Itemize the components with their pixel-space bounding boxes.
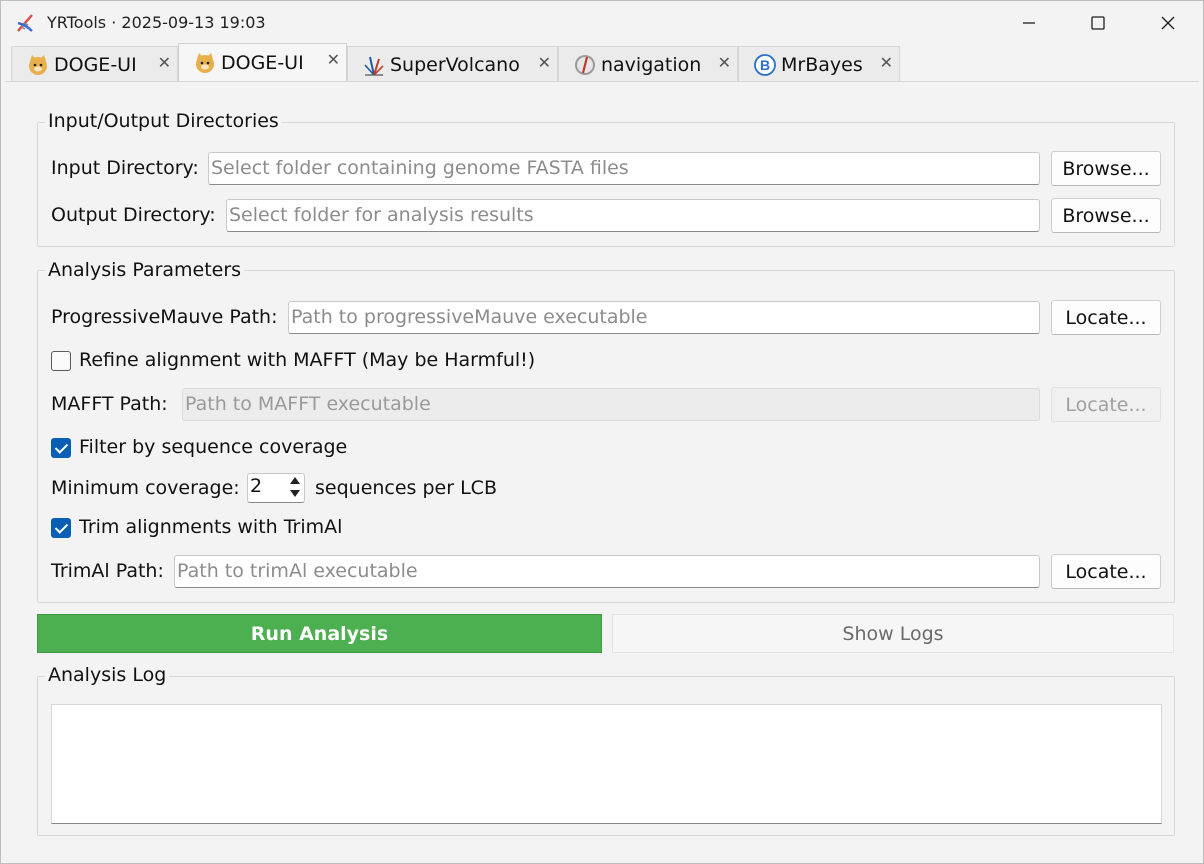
maximize-icon (1091, 16, 1105, 30)
tab-supervolcano[interactable]: SuperVolcano ✕ (347, 46, 558, 82)
output-directory-label: Output Directory: (51, 204, 216, 226)
filter-coverage-checkbox[interactable] (51, 438, 71, 458)
close-button[interactable] (1133, 1, 1203, 45)
mafft-checkbox[interactable] (51, 351, 71, 371)
min-coverage-value: 2 (250, 475, 263, 497)
locate-mafft-button[interactable]: Locate... (1051, 387, 1161, 422)
b-circle-icon: B (753, 53, 777, 77)
input-directory-label: Input Directory: (51, 157, 199, 179)
app-window: YRTools · 2025-09-13 19:03 DOGE-UI ✕ DOG… (0, 0, 1204, 864)
tab-navigation[interactable]: navigation ✕ (558, 46, 738, 82)
doge-icon (26, 53, 50, 77)
spin-arrows[interactable] (290, 476, 302, 500)
close-icon (1161, 16, 1175, 30)
doge-icon (193, 51, 217, 75)
show-logs-button[interactable]: Show Logs (612, 614, 1174, 653)
run-analysis-button[interactable]: Run Analysis (37, 614, 602, 653)
tab-doge-ui-1[interactable]: DOGE-UI ✕ (11, 46, 178, 82)
tab-label: navigation (601, 53, 702, 76)
window-title: YRTools · 2025-09-13 19:03 (47, 13, 266, 32)
spin-up-icon[interactable] (290, 477, 300, 484)
mafft-checkbox-label: Refine alignment with MAFFT (May be Harm… (79, 349, 536, 371)
mauve-path-label: ProgressiveMauve Path: (51, 306, 278, 328)
locate-trimal-button[interactable]: Locate... (1051, 554, 1161, 589)
min-coverage-spinbox[interactable]: 2 (247, 473, 305, 503)
tab-label: MrBayes (781, 53, 863, 76)
tab-label: SuperVolcano (390, 53, 520, 76)
min-coverage-suffix: sequences per LCB (315, 477, 497, 499)
io-group-title: Input/Output Directories (45, 110, 282, 132)
mafft-path-field[interactable]: Path to MAFFT executable (182, 388, 1040, 421)
tab-label: DOGE-UI (221, 51, 304, 74)
log-group-title: Analysis Log (45, 664, 170, 686)
input-directory-field[interactable]: Select folder containing genome FASTA fi… (208, 152, 1040, 185)
trimal-path-label: TrimAl Path: (51, 560, 164, 582)
min-coverage-label: Minimum coverage: (51, 477, 240, 499)
tab-bar: DOGE-UI ✕ DOGE-UI ✕ SuperVolcano ✕ navig… (11, 43, 1201, 82)
tab-close-icon[interactable]: ✕ (718, 53, 731, 72)
locate-mauve-button[interactable]: Locate... (1051, 300, 1161, 335)
minimize-icon (1023, 22, 1035, 24)
tab-close-icon[interactable]: ✕ (538, 53, 551, 72)
main-pane: Input/Output Directories Input Directory… (5, 81, 1199, 863)
output-directory-field[interactable]: Select folder for analysis results (226, 199, 1040, 232)
tab-close-icon[interactable]: ✕ (880, 53, 893, 72)
browse-input-button[interactable]: Browse... (1051, 151, 1161, 186)
spin-down-icon[interactable] (290, 490, 300, 497)
params-group-title: Analysis Parameters (45, 259, 245, 281)
tab-label: DOGE-UI (54, 53, 137, 76)
tab-close-icon[interactable]: ✕ (327, 50, 340, 69)
browse-output-button[interactable]: Browse... (1051, 198, 1161, 233)
tab-doge-ui-2[interactable]: DOGE-UI ✕ (178, 43, 347, 81)
tab-close-icon[interactable]: ✕ (158, 53, 171, 72)
svg-text:B: B (760, 57, 770, 73)
filter-coverage-label: Filter by sequence coverage (79, 436, 348, 458)
trimal-path-field[interactable]: Path to trimAl executable (174, 555, 1040, 588)
trimal-checkbox[interactable] (51, 518, 71, 538)
analysis-log-text[interactable] (51, 704, 1162, 824)
trimal-checkbox-label: Trim alignments with TrimAl (79, 516, 343, 538)
dna-icon (17, 14, 33, 32)
mafft-path-label: MAFFT Path: (51, 393, 168, 415)
maximize-button[interactable] (1063, 1, 1133, 45)
title-bar: YRTools · 2025-09-13 19:03 (1, 1, 1203, 45)
mauve-path-field[interactable]: Path to progressiveMauve executable (288, 301, 1040, 334)
compass-icon (573, 53, 597, 77)
volcano-icon (362, 53, 386, 77)
minimize-button[interactable] (994, 1, 1064, 45)
tab-mrbayes[interactable]: B MrBayes ✕ (738, 46, 900, 82)
